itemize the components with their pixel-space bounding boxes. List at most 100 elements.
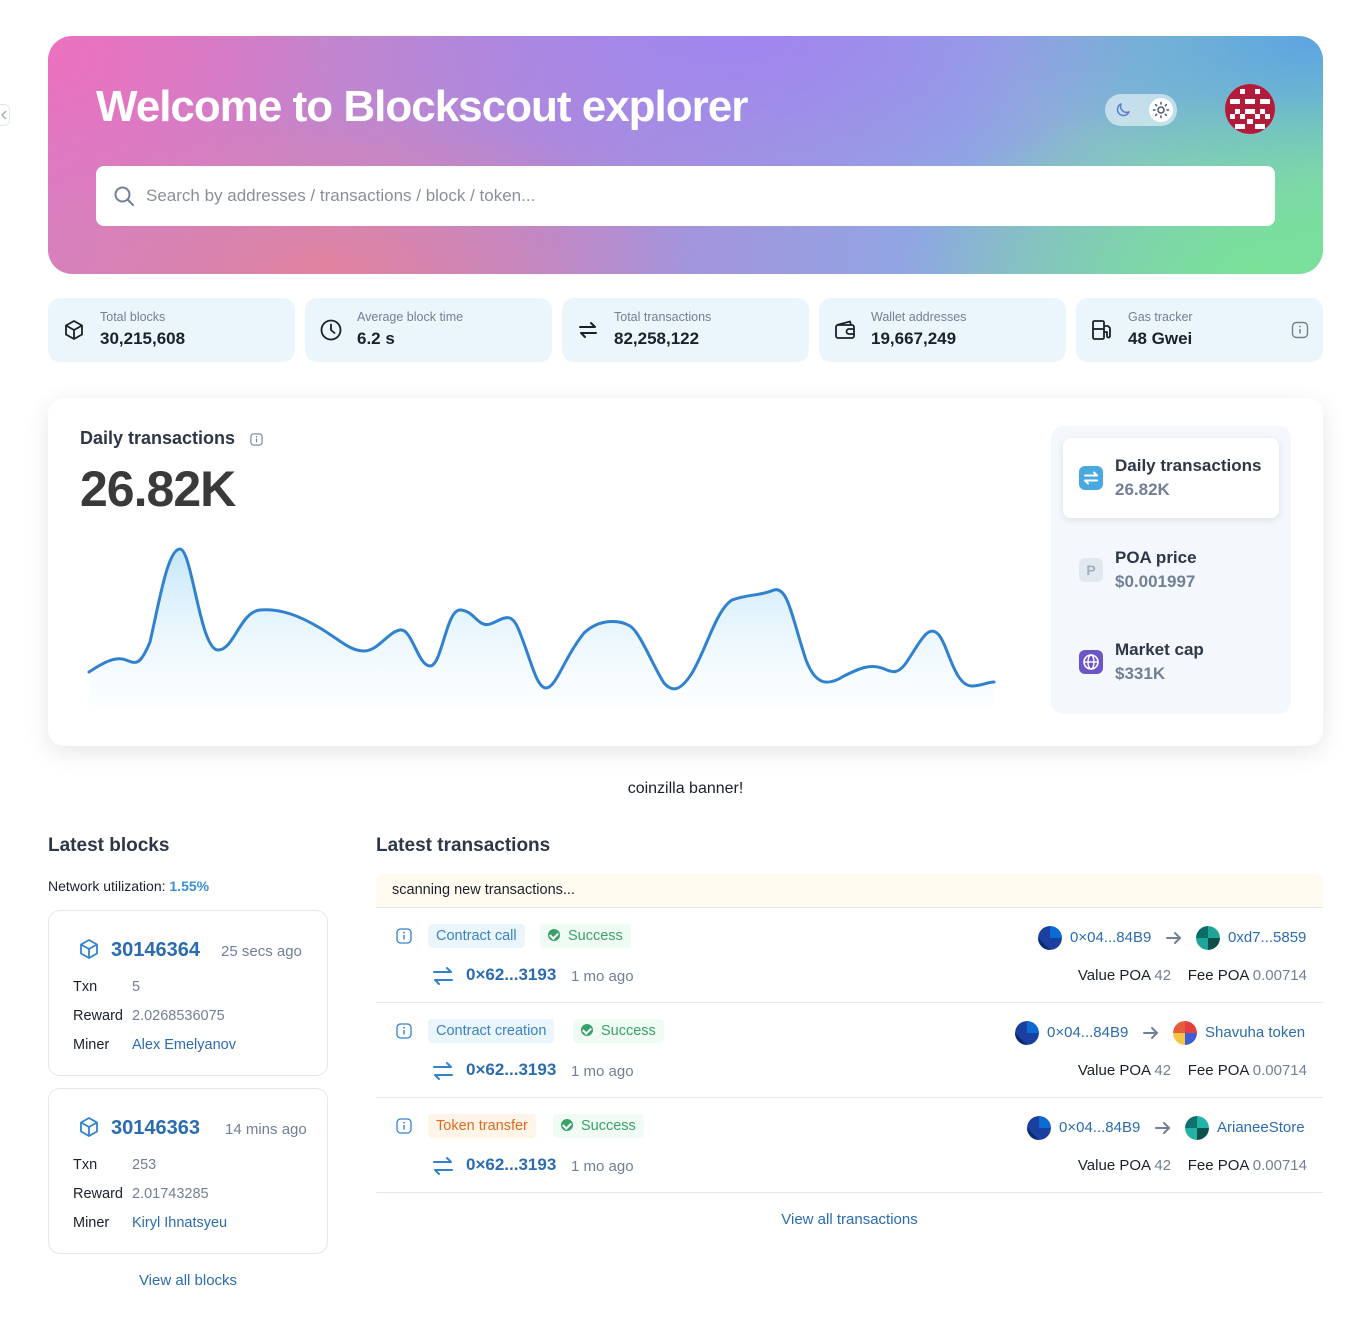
chart-title: Daily transactions xyxy=(80,428,236,448)
theme-toggle[interactable] xyxy=(1105,94,1177,126)
network-utilization-label: Network utilization: xyxy=(48,878,166,894)
block-txn-value: 253 xyxy=(132,1157,157,1173)
tx-status-label: Success xyxy=(601,1023,656,1039)
cube-icon xyxy=(65,320,83,340)
globe-icon xyxy=(1079,650,1103,674)
scanning-text: scanning new transactions... xyxy=(392,882,575,898)
search-input[interactable] xyxy=(146,166,1246,226)
latest-blocks-title: Latest blocks xyxy=(48,835,170,856)
arrow-right-icon xyxy=(1166,932,1182,944)
stat-label: Gas tracker xyxy=(1128,310,1193,324)
address-avatar xyxy=(1015,1021,1039,1045)
chart-option-title: POA price xyxy=(1115,548,1197,567)
chart-selector-panel: Daily transactions 26.82K P POA price $0… xyxy=(1051,426,1291,714)
network-utilization-value: 1.55% xyxy=(169,878,210,894)
transaction-icon xyxy=(433,1062,453,1080)
check-circle-icon xyxy=(561,1119,573,1131)
tx-from-link[interactable]: 0×04...84B9 xyxy=(1059,1119,1140,1136)
tx-time: 1 mo ago xyxy=(571,968,634,985)
stat-label: Total blocks xyxy=(100,310,166,324)
tx-value: 42 xyxy=(1154,1062,1172,1079)
chart-option-title: Daily transactions xyxy=(1115,456,1262,475)
tx-addresses: 0×04...84B9 ArianeeStore xyxy=(1027,1115,1317,1141)
tx-value-label: Value POA xyxy=(1077,1062,1151,1079)
tx-fee: 0.00714 xyxy=(1252,967,1307,984)
search-bar[interactable] xyxy=(96,166,1275,226)
block-txn-value: 5 xyxy=(132,979,141,995)
info-icon[interactable] xyxy=(250,433,263,446)
block-reward-label: Reward xyxy=(73,1186,123,1202)
block-time: 14 mins ago xyxy=(225,1121,307,1138)
chart-option-daily-transactions[interactable]: Daily transactions 26.82K xyxy=(1063,438,1279,518)
info-icon[interactable] xyxy=(396,1023,412,1039)
tx-hash-link[interactable]: 0×62...3193 xyxy=(466,1060,556,1080)
address-avatar xyxy=(1027,1116,1051,1140)
ad-banner[interactable]: coinzilla banner! xyxy=(0,780,1371,798)
daily-transactions-line-chart[interactable] xyxy=(84,538,1004,708)
transaction-row: Contract creation Success 0×62...3193 1 … xyxy=(376,1003,1323,1098)
tx-time: 1 mo ago xyxy=(571,1063,634,1080)
tx-hash-link[interactable]: 0×62...3193 xyxy=(466,1155,556,1175)
info-icon[interactable] xyxy=(396,928,412,944)
token-p-icon: P xyxy=(1079,558,1103,582)
tx-value: 42 xyxy=(1154,1157,1172,1174)
moon-icon[interactable] xyxy=(1111,98,1135,122)
token-avatar xyxy=(1173,1021,1197,1045)
tx-type-badge: Contract creation xyxy=(428,1019,555,1043)
block-reward-value: 2.01743285 xyxy=(132,1186,209,1202)
chart-option-poa-price[interactable]: P POA price $0.001997 xyxy=(1063,530,1279,610)
sidebar-expand-handle[interactable] xyxy=(0,104,10,126)
tx-addresses: 0×04...84B9 Shavuha token xyxy=(1015,1020,1315,1046)
block-number-link[interactable]: 30146363 xyxy=(111,1117,200,1140)
wallet-icon xyxy=(835,320,855,339)
tx-hash-link[interactable]: 0×62...3193 xyxy=(466,965,556,985)
tx-value-fee: Value POA 42 Fee POA 0.00714 xyxy=(1078,1157,1307,1174)
view-all-transactions-link[interactable]: View all transactions xyxy=(376,1211,1323,1228)
tx-to-link[interactable]: 0xd7...5859 xyxy=(1228,929,1306,946)
chart-option-value: $0.001997 xyxy=(1115,572,1196,591)
cube-icon xyxy=(80,1117,98,1137)
block-miner-link[interactable]: Kiryl Ihnatsyeu xyxy=(132,1215,227,1231)
tx-from-link[interactable]: 0×04...84B9 xyxy=(1047,1024,1128,1041)
clock-icon xyxy=(320,319,342,341)
hero-banner: Welcome to Blockscout explorer xyxy=(48,36,1323,274)
stat-gas-tracker[interactable]: Gas tracker 48 Gwei xyxy=(1076,298,1323,362)
block-miner-label: Miner xyxy=(73,1215,110,1231)
view-all-blocks-link[interactable]: View all blocks xyxy=(48,1272,328,1289)
scanning-notice: scanning new transactions... xyxy=(376,874,1323,908)
tx-type-badge: Token transfer xyxy=(428,1114,536,1138)
tx-value: 42 xyxy=(1154,967,1172,984)
tx-addresses: 0×04...84B9 0xd7...5859 xyxy=(1038,925,1308,951)
stat-wallet-addresses: Wallet addresses 19,667,249 xyxy=(819,298,1066,362)
stat-label: Total transactions xyxy=(614,310,712,324)
block-reward-label: Reward xyxy=(73,1008,123,1024)
latest-transactions-title: Latest transactions xyxy=(376,835,551,856)
user-avatar[interactable] xyxy=(1225,84,1275,134)
block-reward-value: 2.0268536075 xyxy=(132,1008,225,1024)
tx-from-link[interactable]: 0×04...84B9 xyxy=(1070,929,1151,946)
tx-time: 1 mo ago xyxy=(571,1158,634,1175)
tx-to-link[interactable]: Shavuha token xyxy=(1205,1024,1305,1041)
tx-fee: 0.00714 xyxy=(1252,1062,1307,1079)
tx-status-label: Success xyxy=(581,1118,636,1134)
sun-icon[interactable] xyxy=(1149,98,1173,122)
tx-fee-label: Fee POA xyxy=(1187,1062,1249,1079)
info-icon[interactable] xyxy=(396,1118,412,1134)
block-txn-label: Txn xyxy=(73,979,98,995)
cube-icon xyxy=(80,939,98,959)
block-miner-link[interactable]: Alex Emelyanov xyxy=(132,1037,236,1053)
chart-option-market-cap[interactable]: Market cap $331K xyxy=(1063,622,1279,702)
tx-status-badge: Success xyxy=(573,1019,664,1043)
tx-to-link[interactable]: ArianeeStore xyxy=(1217,1119,1305,1136)
block-txn-label: Txn xyxy=(73,1157,98,1173)
info-icon[interactable] xyxy=(1291,321,1309,339)
arrow-right-icon xyxy=(1143,1027,1159,1039)
transaction-icon xyxy=(433,1157,453,1175)
token-avatar xyxy=(1185,1116,1209,1140)
block-miner-label: Miner xyxy=(73,1037,110,1053)
chart-option-title: Market cap xyxy=(1115,640,1204,659)
address-avatar xyxy=(1196,926,1220,950)
page-title: Welcome to Blockscout explorer xyxy=(96,82,748,131)
block-number-link[interactable]: 30146364 xyxy=(111,939,200,962)
search-icon xyxy=(114,186,134,206)
